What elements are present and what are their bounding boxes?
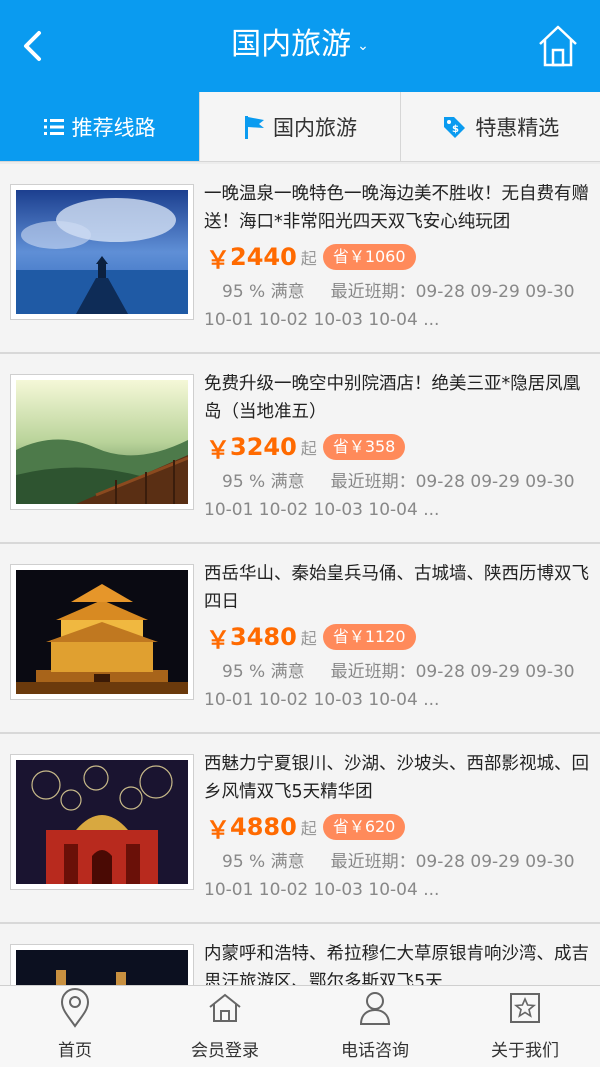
- tour-title: 西岳华山、秦始皇兵马俑、古城墙、陕西历博双飞四日: [204, 564, 589, 612]
- user-icon: [355, 988, 395, 1028]
- tour-title: 一晚温泉一晚特色一晚海边美不胜收！无自费有赠送！海口*非常阳光四天双飞安心纯玩团: [204, 184, 589, 232]
- page-title: 国内旅游: [231, 27, 352, 62]
- svg-text:$: $: [452, 124, 459, 135]
- dates-label: 最近班期：: [330, 662, 416, 682]
- savings-badge: 省￥1120: [322, 624, 416, 650]
- location-pin-icon: [55, 988, 95, 1028]
- price-suffix: 起: [300, 819, 317, 838]
- tab-recommended[interactable]: 推荐线路: [0, 92, 201, 161]
- page-title-dropdown[interactable]: 国内旅游 ⌄: [0, 24, 600, 67]
- flag-icon: [243, 114, 265, 140]
- dates-label: 最近班期：: [330, 472, 416, 492]
- savings-badge: 省￥620: [322, 814, 406, 840]
- nav-label: 关于我们: [491, 1041, 559, 1061]
- tour-price: 3240: [230, 433, 297, 461]
- currency-symbol: ￥: [206, 625, 230, 654]
- satisfaction-rate: 95 % 满意: [222, 852, 305, 872]
- list-item[interactable]: 一晚温泉一晚特色一晚海边美不胜收！无自费有赠送！海口*非常阳光四天双飞安心纯玩团…: [0, 164, 600, 354]
- departure-dates-more: 10-01 10-02 10-03 10-04 ...: [204, 690, 440, 710]
- tag-icon: $: [441, 114, 467, 140]
- price-suffix: 起: [300, 249, 317, 268]
- tour-thumbnail: [10, 754, 194, 890]
- home-icon: [205, 988, 245, 1028]
- savings-badge: 省￥1060: [322, 244, 416, 270]
- tour-price: 3480: [230, 623, 297, 651]
- nav-home[interactable]: 首页: [0, 986, 150, 1067]
- tab-label: 推荐线路: [71, 115, 156, 140]
- currency-symbol: ￥: [206, 815, 230, 844]
- satisfaction-rate: 95 % 满意: [222, 282, 305, 302]
- departure-dates-more: 10-01 10-02 10-03 10-04 ...: [204, 310, 440, 330]
- price-suffix: 起: [300, 629, 317, 648]
- tour-title: 西魅力宁夏银川、沙湖、沙坡头、西部影视城、回乡风情双飞5天精华团: [204, 754, 589, 802]
- star-icon: [505, 988, 545, 1028]
- tour-title: 免费升级一晚空中别院酒店！绝美三亚*隐居凤凰岛（当地准五）: [204, 374, 581, 422]
- nav-phone-consult[interactable]: 电话咨询: [300, 986, 450, 1067]
- list-item[interactable]: 西魅力宁夏银川、沙湖、沙坡头、西部影视城、回乡风情双飞5天精华团 ￥ 4880 …: [0, 734, 600, 924]
- currency-symbol: ￥: [206, 245, 230, 274]
- dates-label: 最近班期：: [330, 852, 416, 872]
- home-icon: [539, 25, 577, 67]
- tab-deals[interactable]: $ 特惠精选: [401, 92, 600, 161]
- tour-thumbnail: [10, 564, 194, 700]
- nav-label: 首页: [58, 1041, 92, 1061]
- list-icon: [43, 118, 64, 136]
- list-item[interactable]: 西岳华山、秦始皇兵马俑、古城墙、陕西历博双飞四日 ￥ 3480 起 省￥1120…: [0, 544, 600, 734]
- nav-label: 会员登录: [191, 1041, 259, 1061]
- chevron-down-icon: ⌄: [357, 37, 369, 54]
- nav-member-login[interactable]: 会员登录: [150, 986, 300, 1067]
- departure-dates: 09-28 09-29 09-30: [415, 662, 575, 682]
- tab-label: 国内旅游: [272, 115, 357, 140]
- tab-domestic[interactable]: 国内旅游: [200, 92, 401, 161]
- satisfaction-rate: 95 % 满意: [222, 662, 305, 682]
- tour-thumbnail: [10, 374, 194, 510]
- bottom-nav: 首页 会员登录 电话咨询 关于我们: [0, 985, 600, 1067]
- currency-symbol: ￥: [206, 435, 230, 464]
- departure-dates-more: 10-01 10-02 10-03 10-04 ...: [204, 500, 440, 520]
- departure-dates: 09-28 09-29 09-30: [415, 852, 575, 872]
- tab-label: 特惠精选: [475, 115, 560, 140]
- tour-price: 2440: [230, 243, 297, 271]
- category-tabs: 推荐线路 国内旅游 $ 特惠精选: [0, 92, 600, 162]
- satisfaction-rate: 95 % 满意: [222, 472, 305, 492]
- home-button[interactable]: [538, 24, 578, 68]
- departure-dates: 09-28 09-29 09-30: [415, 472, 575, 492]
- tour-thumbnail: [10, 184, 194, 320]
- departure-dates: 09-28 09-29 09-30: [415, 282, 575, 302]
- nav-label: 电话咨询: [341, 1041, 409, 1061]
- savings-badge: 省￥358: [322, 434, 406, 460]
- tour-list: 一晚温泉一晚特色一晚海边美不胜收！无自费有赠送！海口*非常阳光四天双飞安心纯玩团…: [0, 164, 600, 1067]
- dates-label: 最近班期：: [330, 282, 416, 302]
- list-item[interactable]: 免费升级一晚空中别院酒店！绝美三亚*隐居凤凰岛（当地准五） ￥ 3240 起 省…: [0, 354, 600, 544]
- price-suffix: 起: [300, 439, 317, 458]
- tour-price: 4880: [230, 813, 297, 841]
- top-bar: 国内旅游 ⌄: [0, 0, 600, 92]
- nav-about-us[interactable]: 关于我们: [450, 986, 600, 1067]
- departure-dates-more: 10-01 10-02 10-03 10-04 ...: [204, 880, 440, 900]
